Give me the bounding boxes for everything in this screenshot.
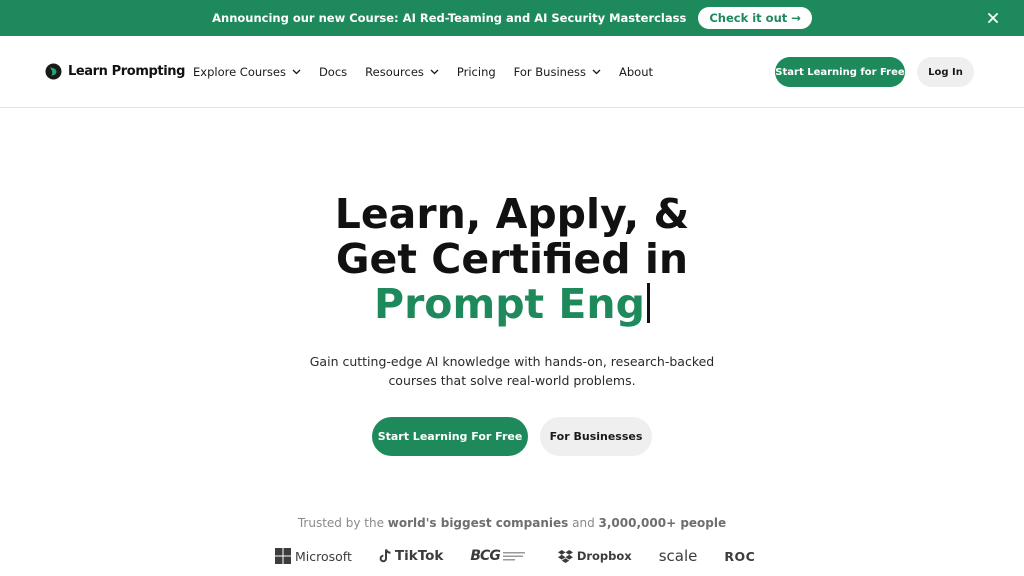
start-learning-hero-button[interactable]: Start Learning For Free	[372, 417, 528, 456]
nav-item-about[interactable]: About	[619, 65, 653, 79]
bcg-wordmark-lines	[502, 552, 525, 561]
company-name: TikTok	[394, 548, 444, 564]
top-nav: Learn Prompting Explore Courses Docs Res…	[0, 36, 1024, 108]
chevron-down-icon	[592, 69, 601, 75]
nav-item-for-business[interactable]: For Business	[514, 65, 601, 79]
nav-item-label: For Business	[513, 65, 587, 79]
microsoft-icon	[275, 548, 291, 564]
hero-title-line-3: Prompt Eng	[0, 282, 1024, 327]
announcement-text: Announcing our new Course: AI Red-Teamin…	[212, 11, 687, 25]
company-logo-microsoft: Microsoft	[275, 548, 352, 564]
chevron-down-icon	[430, 69, 439, 75]
chevron-down-icon	[292, 69, 301, 75]
trusted-highlight-companies: world's biggest companies	[387, 516, 569, 530]
trusted-middle: and	[568, 516, 599, 530]
hero-title-line-2: Get Certified in	[335, 235, 689, 283]
company-logo-tiktok: TikTok	[379, 548, 443, 564]
company-logo-scale: scale	[659, 547, 698, 565]
brand-name: Learn Prompting	[68, 64, 186, 79]
company-logo-bcg: BCG	[470, 548, 530, 564]
company-name: Microsoft	[295, 548, 352, 564]
check-it-out-button[interactable]: Check it out →	[698, 7, 812, 29]
login-button[interactable]: Log In	[917, 57, 974, 87]
trusted-highlight-people: 3,000,000+ people	[598, 516, 727, 530]
logo[interactable]: Learn Prompting	[45, 63, 185, 80]
tiktok-icon	[379, 549, 391, 563]
typing-cursor	[646, 283, 650, 323]
nav-item-label: Docs	[318, 65, 348, 79]
company-name: ROCKI	[724, 548, 755, 564]
trusted-by-text: Trusted by the world's biggest companies…	[0, 516, 1024, 530]
logo-icon	[45, 63, 62, 80]
company-logos: Microsoft TikTok BCG Dropbox scale ROCKI	[275, 545, 755, 567]
nav-item-docs[interactable]: Docs	[319, 65, 347, 79]
hero-title-line-1: Learn, Apply, &	[334, 190, 690, 238]
hero-subtitle-line-2: courses that solve real-world problems.	[388, 373, 636, 388]
for-businesses-button[interactable]: For Businesses	[540, 417, 652, 456]
nav-item-label: Explore Courses	[193, 65, 286, 79]
hero-typed-text: Prompt Eng	[374, 280, 645, 328]
nav-item-resources[interactable]: Resources	[365, 65, 439, 79]
company-name: BCG	[470, 548, 500, 564]
nav-item-explore-courses[interactable]: Explore Courses	[193, 65, 301, 79]
nav-item-label: About	[619, 65, 654, 79]
company-name: scale	[658, 547, 698, 565]
hero-title: Learn, Apply, & Get Certified in Prompt …	[0, 192, 1024, 327]
trusted-prefix: Trusted by the	[297, 516, 388, 530]
start-learning-nav-button[interactable]: Start Learning for Free	[775, 57, 905, 87]
announcement-bar: Announcing our new Course: AI Red-Teamin…	[0, 0, 1024, 36]
company-name: Dropbox	[576, 549, 632, 563]
close-icon[interactable]	[984, 9, 1002, 27]
nav-item-label: Pricing	[456, 65, 496, 79]
company-logo-dropbox: Dropbox	[557, 549, 632, 563]
hero-subtitle: Gain cutting-edge AI knowledge with hand…	[262, 352, 762, 390]
nav-item-label: Resources	[365, 65, 424, 79]
company-logo-rocki: ROCKI	[724, 549, 755, 564]
dropbox-icon	[557, 549, 573, 563]
nav-item-pricing[interactable]: Pricing	[457, 65, 496, 79]
nav-links: Explore Courses Docs Resources Pricing F…	[193, 65, 671, 79]
hero-subtitle-line-1: Gain cutting-edge AI knowledge with hand…	[309, 354, 715, 369]
